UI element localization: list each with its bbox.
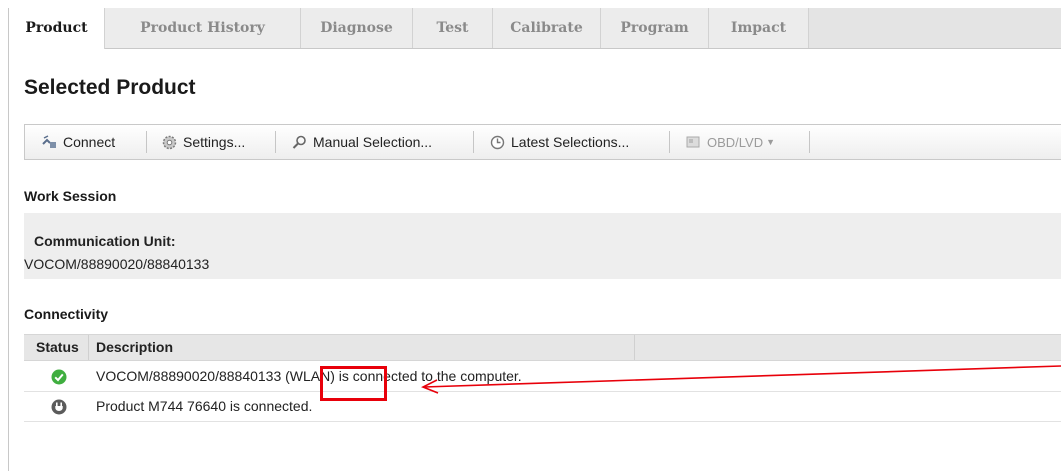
- annotation-arrow: [421, 365, 1061, 394]
